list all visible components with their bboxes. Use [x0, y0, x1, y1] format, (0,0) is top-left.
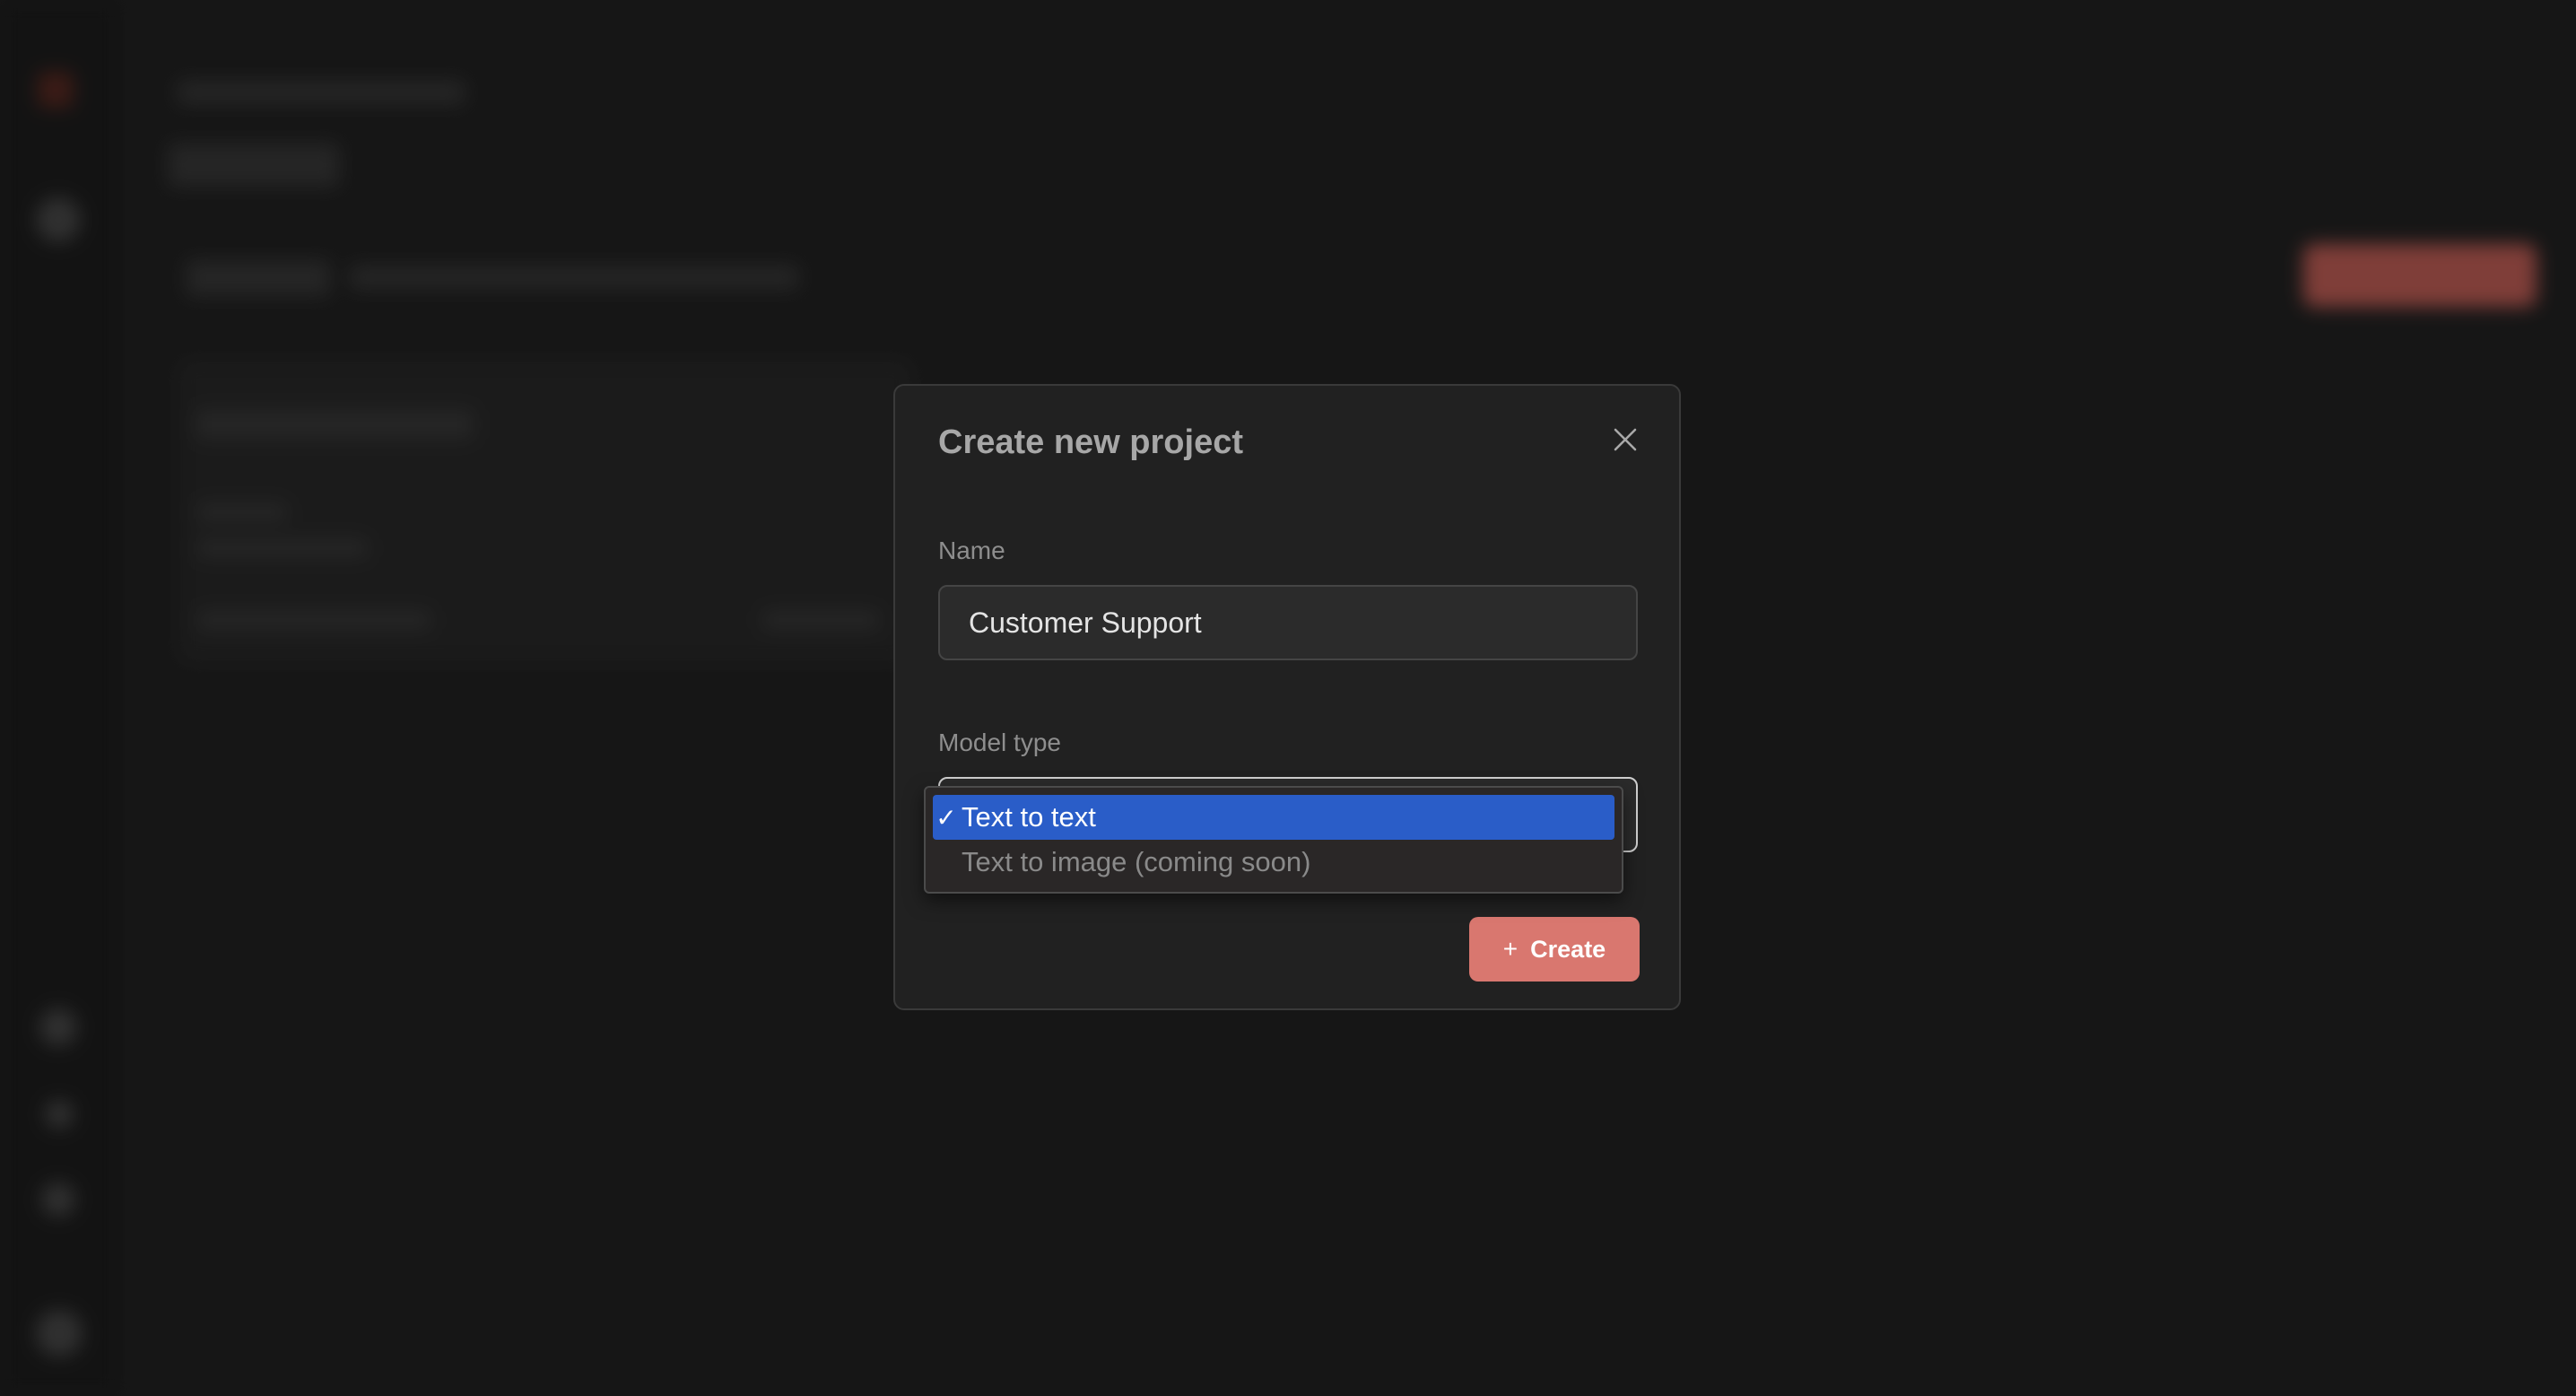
- check-icon: ✓: [936, 803, 957, 832]
- option-label: Text to image (coming soon): [962, 846, 1311, 877]
- plus-icon: +: [1502, 935, 1519, 963]
- option-text-to-image: Text to image (coming soon): [933, 840, 1614, 885]
- option-label: Text to text: [962, 801, 1096, 833]
- option-text-to-text[interactable]: ✓ Text to text: [933, 795, 1614, 840]
- name-input[interactable]: [938, 585, 1638, 660]
- create-button[interactable]: + Create: [1469, 917, 1640, 982]
- create-project-dialog: Create new project Name Model type + Cre…: [893, 384, 1681, 1010]
- create-button-label: Create: [1530, 935, 1606, 963]
- close-icon: [1614, 428, 1637, 451]
- dialog-title: Create new project: [938, 423, 1243, 461]
- model-type-label: Model type: [938, 729, 1061, 756]
- model-type-dropdown: ✓ Text to text Text to image (coming soo…: [924, 786, 1623, 894]
- name-label: Name: [938, 537, 1005, 564]
- close-button[interactable]: [1607, 422, 1643, 458]
